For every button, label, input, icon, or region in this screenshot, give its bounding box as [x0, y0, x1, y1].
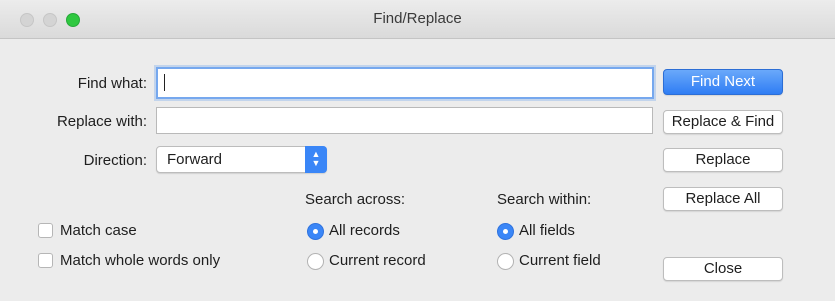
match-whole-words-label: Match whole words only [60, 252, 221, 269]
find-replace-window: Find/Replace Find what: Replace with: Di… [0, 0, 835, 301]
text-caret [164, 74, 165, 91]
current-field-label: Current field [519, 252, 601, 269]
all-records-radio[interactable] [307, 223, 324, 240]
all-fields-label: All fields [519, 222, 575, 239]
updown-chevron-icon: ▲ ▼ [305, 146, 327, 173]
match-whole-words-checkbox[interactable] [38, 253, 53, 268]
find-input[interactable] [156, 67, 654, 99]
find-next-button[interactable]: Find Next [663, 69, 783, 95]
current-field-radio[interactable] [497, 253, 514, 270]
search-within-heading: Search within: [497, 191, 592, 208]
current-record-label: Current record [329, 252, 426, 269]
replace-label: Replace with: [56, 113, 147, 130]
match-case-label: Match case [60, 222, 137, 239]
find-label: Find what: [77, 75, 147, 92]
replace-input[interactable] [156, 107, 653, 134]
replace-and-find-button[interactable]: Replace & Find [663, 110, 783, 134]
direction-label: Direction: [83, 152, 147, 169]
replace-button[interactable]: Replace [663, 148, 783, 172]
direction-value: Forward [167, 151, 223, 168]
direction-select[interactable]: Forward ▲ ▼ [156, 146, 327, 173]
match-case-checkbox[interactable] [38, 223, 53, 238]
all-records-label: All records [329, 222, 400, 239]
replace-all-button[interactable]: Replace All [663, 187, 783, 211]
title-bar: Find/Replace [0, 0, 835, 39]
window-title: Find/Replace [373, 10, 462, 27]
current-record-radio[interactable] [307, 253, 324, 270]
search-across-heading: Search across: [305, 191, 406, 208]
close-button[interactable]: Close [663, 257, 783, 281]
all-fields-radio[interactable] [497, 223, 514, 240]
